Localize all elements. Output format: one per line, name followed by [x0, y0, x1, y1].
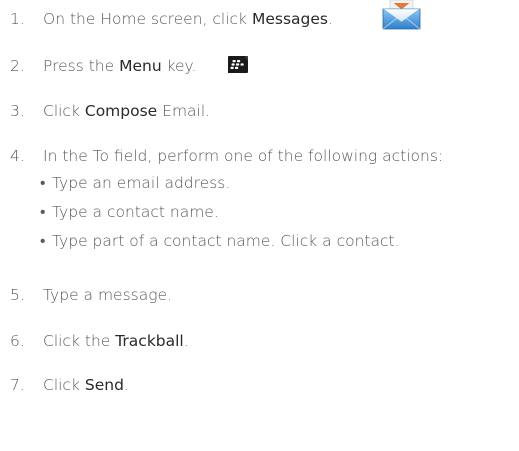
step-4: 4. In the To field, perform one of the fo… [10, 146, 443, 166]
step-1: 1. On the Home screen, click Messages. [10, 9, 333, 29]
step-3: 3. Click Compose Email. [10, 101, 210, 121]
step-keyword: Send [84, 376, 124, 394]
step-text: Press the [43, 57, 120, 75]
bullet: • [40, 203, 46, 221]
step-number: 6. [10, 332, 25, 350]
step-keyword: Compose [84, 102, 158, 120]
sub-item: • Type part of a contact name. Click a co… [40, 231, 400, 251]
step-text-end: Email. [157, 102, 211, 120]
step-7: 7. Click Send. [10, 375, 129, 395]
bullet: • [40, 174, 46, 192]
step-text: Type a message. [43, 286, 173, 304]
step-text: Click the [43, 332, 116, 350]
step-number: 3. [10, 102, 25, 120]
step-5: 5. Type a message. [10, 285, 172, 305]
step-keyword: Messages [251, 10, 328, 28]
step-number: 2. [10, 57, 25, 75]
step-text-end: . [123, 376, 129, 394]
step-number: 5. [10, 286, 25, 304]
sub-item-text: Type a contact name. [52, 203, 219, 221]
sub-item: • Type an email address. [40, 173, 230, 193]
step-text-end: key. [161, 57, 197, 75]
bullet: • [40, 232, 46, 250]
step-number: 7. [10, 376, 25, 394]
step-keyword: Trackball [115, 332, 184, 350]
sub-item: • Type a contact name. [40, 202, 219, 222]
sub-item-text: Type an email address. [52, 174, 231, 192]
step-2: 2. Press the Menu key. [10, 56, 196, 76]
step-text: Click [43, 102, 85, 120]
step-number: 1. [10, 10, 25, 28]
step-keyword: Menu [119, 57, 162, 75]
step-text-end: . [183, 332, 189, 350]
step-number: 4. [10, 147, 25, 165]
step-text-end: . [327, 10, 333, 28]
step-text: In the To field, perform one of the foll… [43, 147, 444, 165]
step-text: On the Home screen, click [43, 10, 252, 28]
step-6: 6. Click the Trackball. [10, 331, 189, 351]
blackberry-menu-key-icon [228, 56, 248, 73]
envelope-icon [382, 0, 421, 30]
instruction-steps: 1. On the Home screen, click Messages. 2.… [0, 0, 519, 451]
step-text: Click [43, 376, 85, 394]
sub-item-text: Type part of a contact name. Click a con… [52, 232, 400, 250]
